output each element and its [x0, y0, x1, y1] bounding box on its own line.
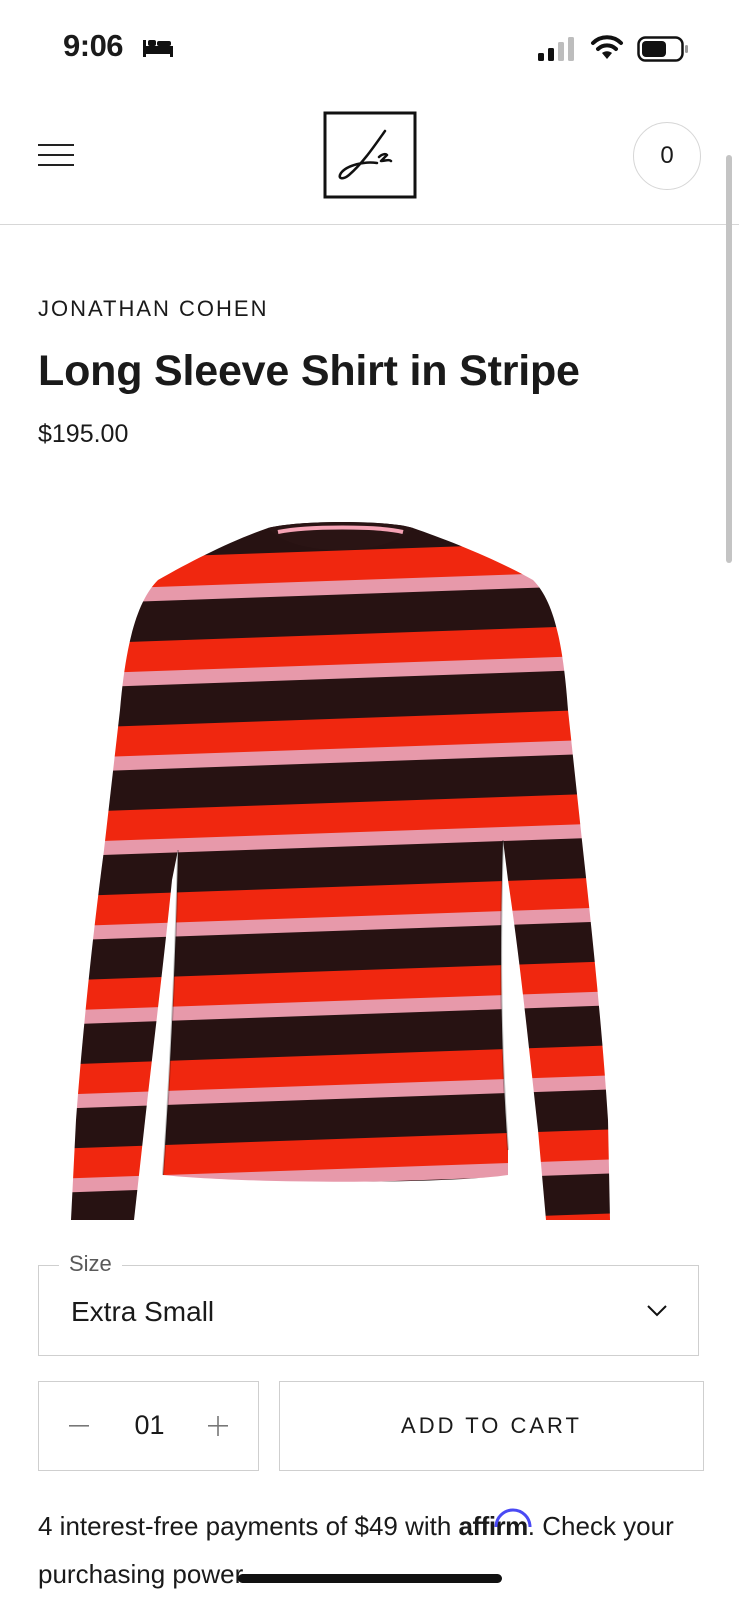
quantity-stepper: 01 [38, 1381, 259, 1471]
affirm-arc-icon [494, 1508, 532, 1528]
cart-button[interactable]: 0 [633, 122, 701, 190]
home-indicator[interactable] [238, 1574, 502, 1583]
sleep-icon [143, 40, 173, 57]
site-header: 0 [0, 96, 739, 225]
affirm-logo[interactable]: affirm [459, 1508, 532, 1541]
product-brand[interactable]: JONATHAN COHEN [38, 296, 269, 322]
product-image[interactable] [68, 520, 624, 1225]
size-label: Size [59, 1251, 122, 1277]
status-time: 9:06 [63, 28, 124, 63]
brand-logo[interactable] [323, 111, 417, 199]
financing-text: 4 interest-free payments of $49 with [38, 1511, 459, 1541]
product-title: Long Sleeve Shirt in Stripe [38, 347, 580, 395]
wifi-icon [591, 35, 623, 59]
financing-message: 4 interest-free payments of $49 with aff… [38, 1502, 718, 1598]
status-bar: 9:06 [0, 0, 739, 96]
signal-icon [538, 37, 574, 61]
size-select[interactable]: Size Extra Small [38, 1251, 699, 1356]
cart-count: 0 [660, 142, 674, 169]
battery-icon [637, 36, 688, 62]
add-to-cart-button[interactable]: ADD TO CART [279, 1381, 704, 1471]
size-selected-value: Extra Small [71, 1296, 215, 1327]
chevron-down-icon [647, 1305, 667, 1317]
hamburger-menu-icon[interactable] [38, 141, 76, 169]
plus-icon[interactable] [206, 1414, 230, 1438]
page-scrollbar[interactable] [726, 155, 732, 563]
product-price: $195.00 [38, 420, 129, 448]
